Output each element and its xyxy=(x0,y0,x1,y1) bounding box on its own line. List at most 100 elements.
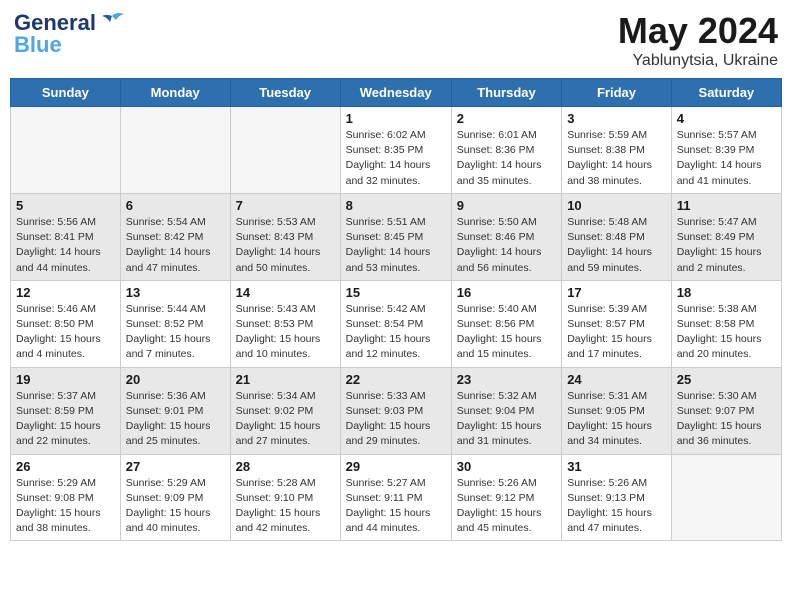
table-row: 8 Sunrise: 5:51 AM Sunset: 8:45 PM Daylig… xyxy=(340,193,451,280)
table-row: 16 Sunrise: 5:40 AM Sunset: 8:56 PM Dayli… xyxy=(451,280,561,367)
table-row: 30 Sunrise: 5:26 AM Sunset: 9:12 PM Dayli… xyxy=(451,454,561,541)
calendar-week-4: 19 Sunrise: 5:37 AM Sunset: 8:59 PM Dayli… xyxy=(11,367,782,454)
day-info: Sunrise: 5:29 AM Sunset: 9:08 PM Dayligh… xyxy=(16,476,115,537)
table-row: 29Sunrise: 5:27 AM Sunset: 9:11 PM Dayli… xyxy=(340,454,451,541)
table-row xyxy=(230,107,340,194)
day-info: Sunrise: 5:53 AM Sunset: 8:43 PM Dayligh… xyxy=(236,215,335,276)
day-number: 12 xyxy=(16,285,115,300)
table-row: 25Sunrise: 5:30 AM Sunset: 9:07 PM Dayli… xyxy=(671,367,781,454)
day-number: 11 xyxy=(677,198,776,213)
day-number: 24 xyxy=(567,372,666,387)
day-number: 18 xyxy=(677,285,776,300)
col-tuesday: Tuesday xyxy=(230,79,340,107)
day-number: 27 xyxy=(126,459,225,474)
calendar-week-5: 26 Sunrise: 5:29 AM Sunset: 9:08 PM Dayli… xyxy=(11,454,782,541)
day-info: Sunrise: 5:37 AM Sunset: 8:59 PM Dayligh… xyxy=(16,389,115,450)
month-year-title: May 2024 xyxy=(618,10,778,52)
day-info: Sunrise: 5:30 AM Sunset: 9:07 PM Dayligh… xyxy=(677,389,776,450)
day-number: 9 xyxy=(457,198,556,213)
col-sunday: Sunday xyxy=(11,79,121,107)
table-row: 13 Sunrise: 5:44 AM Sunset: 8:52 PM Dayli… xyxy=(120,280,230,367)
table-row: 27 Sunrise: 5:29 AM Sunset: 9:09 PM Dayli… xyxy=(120,454,230,541)
calendar-table: Sunday Monday Tuesday Wednesday Thursday… xyxy=(10,78,782,541)
day-info: Sunrise: 5:26 AM Sunset: 9:13 PM Dayligh… xyxy=(567,476,666,537)
table-row xyxy=(120,107,230,194)
day-number: 28 xyxy=(236,459,335,474)
day-number: 13 xyxy=(126,285,225,300)
table-row: 14 Sunrise: 5:43 AM Sunset: 8:53 PM Dayli… xyxy=(230,280,340,367)
day-number: 17 xyxy=(567,285,666,300)
day-number: 21 xyxy=(236,372,335,387)
table-row: 21Sunrise: 5:34 AM Sunset: 9:02 PM Dayli… xyxy=(230,367,340,454)
table-row: 3Sunrise: 5:59 AM Sunset: 8:38 PM Daylig… xyxy=(562,107,672,194)
day-number: 23 xyxy=(457,372,556,387)
col-saturday: Saturday xyxy=(671,79,781,107)
col-thursday: Thursday xyxy=(451,79,561,107)
table-row: 1Sunrise: 6:02 AM Sunset: 8:35 PM Daylig… xyxy=(340,107,451,194)
col-wednesday: Wednesday xyxy=(340,79,451,107)
day-info: Sunrise: 6:02 AM Sunset: 8:35 PM Dayligh… xyxy=(346,128,446,189)
day-number: 10 xyxy=(567,198,666,213)
day-number: 29 xyxy=(346,459,446,474)
day-info: Sunrise: 5:29 AM Sunset: 9:09 PM Dayligh… xyxy=(126,476,225,537)
day-info: Sunrise: 5:26 AM Sunset: 9:12 PM Dayligh… xyxy=(457,476,556,537)
day-info: Sunrise: 5:44 AM Sunset: 8:52 PM Dayligh… xyxy=(126,302,225,363)
day-number: 6 xyxy=(126,198,225,213)
table-row: 20Sunrise: 5:36 AM Sunset: 9:01 PM Dayli… xyxy=(120,367,230,454)
table-row: 7Sunrise: 5:53 AM Sunset: 8:43 PM Daylig… xyxy=(230,193,340,280)
day-number: 2 xyxy=(457,111,556,126)
table-row: 10 Sunrise: 5:48 AM Sunset: 8:48 PM Dayli… xyxy=(562,193,672,280)
day-number: 30 xyxy=(457,459,556,474)
day-info: Sunrise: 5:54 AM Sunset: 8:42 PM Dayligh… xyxy=(126,215,225,276)
day-info: Sunrise: 5:42 AM Sunset: 8:54 PM Dayligh… xyxy=(346,302,446,363)
day-info: Sunrise: 5:48 AM Sunset: 8:48 PM Dayligh… xyxy=(567,215,666,276)
table-row: 24 Sunrise: 5:31 AM Sunset: 9:05 PM Dayli… xyxy=(562,367,672,454)
day-number: 14 xyxy=(236,285,335,300)
table-row: 31 Sunrise: 5:26 AM Sunset: 9:13 PM Dayli… xyxy=(562,454,672,541)
location-title: Yablunytsia, Ukraine xyxy=(618,52,778,70)
day-info: Sunrise: 5:39 AM Sunset: 8:57 PM Dayligh… xyxy=(567,302,666,363)
calendar-header-row: Sunday Monday Tuesday Wednesday Thursday… xyxy=(11,79,782,107)
day-number: 22 xyxy=(346,372,446,387)
calendar-week-2: 5 Sunrise: 5:56 AM Sunset: 8:41 PM Daylig… xyxy=(11,193,782,280)
day-info: Sunrise: 5:31 AM Sunset: 9:05 PM Dayligh… xyxy=(567,389,666,450)
table-row xyxy=(11,107,121,194)
day-info: Sunrise: 5:59 AM Sunset: 8:38 PM Dayligh… xyxy=(567,128,666,189)
day-number: 16 xyxy=(457,285,556,300)
table-row: 11 Sunrise: 5:47 AM Sunset: 8:49 PM Dayli… xyxy=(671,193,781,280)
day-number: 8 xyxy=(346,198,446,213)
logo: General Blue xyxy=(14,10,126,58)
table-row: 12 Sunrise: 5:46 AM Sunset: 8:50 PM Dayli… xyxy=(11,280,121,367)
day-number: 15 xyxy=(346,285,446,300)
day-info: Sunrise: 5:36 AM Sunset: 9:01 PM Dayligh… xyxy=(126,389,225,450)
day-info: Sunrise: 5:33 AM Sunset: 9:03 PM Dayligh… xyxy=(346,389,446,450)
day-number: 26 xyxy=(16,459,115,474)
title-area: May 2024 Yablunytsia, Ukraine xyxy=(618,10,778,70)
day-info: Sunrise: 5:56 AM Sunset: 8:41 PM Dayligh… xyxy=(16,215,115,276)
table-row: 2 Sunrise: 6:01 AM Sunset: 8:36 PM Daylig… xyxy=(451,107,561,194)
table-row: 28 Sunrise: 5:28 AM Sunset: 9:10 PM Dayli… xyxy=(230,454,340,541)
day-number: 4 xyxy=(677,111,776,126)
page-header: General Blue May 2024 Yablunytsia, Ukrai… xyxy=(10,10,782,70)
table-row: 18Sunrise: 5:38 AM Sunset: 8:58 PM Dayli… xyxy=(671,280,781,367)
table-row: 23Sunrise: 5:32 AM Sunset: 9:04 PM Dayli… xyxy=(451,367,561,454)
table-row xyxy=(671,454,781,541)
day-info: Sunrise: 5:43 AM Sunset: 8:53 PM Dayligh… xyxy=(236,302,335,363)
table-row: 19 Sunrise: 5:37 AM Sunset: 8:59 PM Dayli… xyxy=(11,367,121,454)
day-info: Sunrise: 5:40 AM Sunset: 8:56 PM Dayligh… xyxy=(457,302,556,363)
col-monday: Monday xyxy=(120,79,230,107)
table-row: 9Sunrise: 5:50 AM Sunset: 8:46 PM Daylig… xyxy=(451,193,561,280)
day-info: Sunrise: 5:46 AM Sunset: 8:50 PM Dayligh… xyxy=(16,302,115,363)
day-info: Sunrise: 5:51 AM Sunset: 8:45 PM Dayligh… xyxy=(346,215,446,276)
logo-bird-icon xyxy=(98,12,126,34)
table-row: 6 Sunrise: 5:54 AM Sunset: 8:42 PM Daylig… xyxy=(120,193,230,280)
table-row: 17 Sunrise: 5:39 AM Sunset: 8:57 PM Dayli… xyxy=(562,280,672,367)
day-info: Sunrise: 5:57 AM Sunset: 8:39 PM Dayligh… xyxy=(677,128,776,189)
day-info: Sunrise: 5:47 AM Sunset: 8:49 PM Dayligh… xyxy=(677,215,776,276)
col-friday: Friday xyxy=(562,79,672,107)
day-number: 31 xyxy=(567,459,666,474)
day-number: 5 xyxy=(16,198,115,213)
day-number: 19 xyxy=(16,372,115,387)
day-info: Sunrise: 5:28 AM Sunset: 9:10 PM Dayligh… xyxy=(236,476,335,537)
day-info: Sunrise: 6:01 AM Sunset: 8:36 PM Dayligh… xyxy=(457,128,556,189)
